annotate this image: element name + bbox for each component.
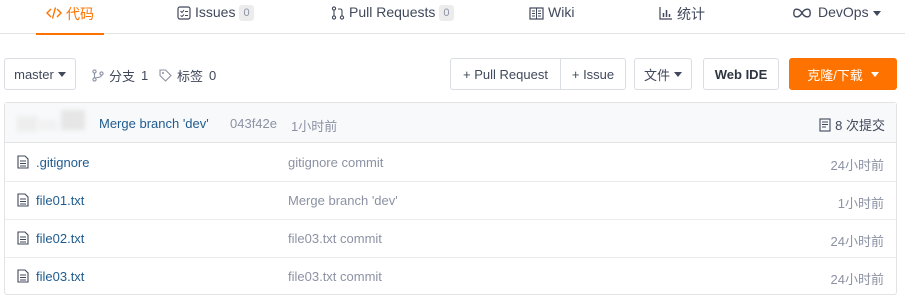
tab-wiki[interactable]: Wiki bbox=[529, 0, 574, 34]
new-pull-request-button[interactable]: + Pull Request bbox=[451, 59, 560, 89]
branch-icon bbox=[92, 69, 104, 82]
branches-label: 分支 bbox=[109, 69, 136, 84]
file-name-link[interactable]: .gitignore bbox=[36, 155, 89, 170]
table-row: file03.txt file03.txt commit 24小时前 bbox=[5, 258, 896, 296]
branch-select[interactable]: master bbox=[4, 58, 76, 90]
tab-stats[interactable]: 统计 bbox=[659, 0, 705, 34]
clone-download-button[interactable]: 克隆/下载 bbox=[789, 58, 897, 90]
latest-commit-bar: Merge branch 'dev' 043f42e 1小时前 8 次提交 bbox=[5, 103, 896, 143]
issues-icon bbox=[177, 5, 191, 21]
web-ide-button[interactable]: Web IDE bbox=[703, 58, 779, 90]
code-icon bbox=[46, 5, 62, 21]
pull-request-icon bbox=[331, 5, 345, 21]
table-row: .gitignore gitignore commit 24小时前 bbox=[5, 144, 896, 182]
repo-tab-nav: 代码 Issues 0 Pull Requests 0 Wiki 统计 DevO… bbox=[0, 0, 905, 35]
latest-commit-sha[interactable]: 043f42e bbox=[230, 116, 277, 131]
file-commit-message[interactable]: file03.txt commit bbox=[288, 231, 382, 246]
create-button-group: + Pull Request + Issue bbox=[450, 58, 626, 90]
latest-commit-message[interactable]: Merge branch 'dev' bbox=[99, 116, 209, 131]
tags-link[interactable]: 标签 0 bbox=[159, 66, 216, 85]
files-dropdown-label: 文件 bbox=[643, 67, 670, 83]
files-dropdown[interactable]: 文件 bbox=[634, 58, 692, 90]
tag-icon bbox=[159, 69, 172, 82]
file-icon bbox=[17, 193, 29, 207]
commit-count-label: 8 次提交 bbox=[835, 118, 885, 133]
tab-issues-label: Issues bbox=[195, 4, 236, 20]
file-icon bbox=[17, 231, 29, 245]
chevron-down-icon bbox=[872, 11, 881, 16]
file-name-link[interactable]: file02.txt bbox=[36, 231, 84, 246]
file-commit-time: 24小时前 bbox=[830, 158, 884, 173]
branches-count: 1 bbox=[141, 68, 149, 83]
file-commit-time: 24小时前 bbox=[830, 234, 884, 249]
issues-count-badge: 0 bbox=[239, 5, 254, 21]
chevron-down-icon bbox=[57, 71, 66, 77]
chevron-down-icon bbox=[870, 71, 879, 77]
commit-count-link[interactable]: 8 次提交 bbox=[819, 115, 885, 134]
file-commit-message[interactable]: Merge branch 'dev' bbox=[288, 193, 398, 208]
wiki-icon bbox=[529, 5, 544, 21]
tab-pull-requests-label: Pull Requests bbox=[349, 4, 436, 20]
tab-pull-requests[interactable]: Pull Requests 0 bbox=[331, 0, 454, 34]
latest-commit-time: 1小时前 bbox=[291, 119, 338, 134]
tab-devops[interactable]: DevOps bbox=[793, 0, 881, 34]
tab-code-label: 代码 bbox=[66, 6, 94, 22]
file-commit-message[interactable]: gitignore commit bbox=[288, 155, 383, 170]
table-row: file02.txt file03.txt commit 24小时前 bbox=[5, 220, 896, 258]
stats-icon bbox=[659, 5, 673, 21]
tags-label: 标签 bbox=[177, 69, 204, 84]
tab-wiki-label: Wiki bbox=[548, 4, 575, 20]
commits-icon bbox=[819, 117, 831, 132]
file-icon bbox=[17, 155, 29, 169]
pull-requests-count-badge: 0 bbox=[439, 5, 454, 21]
file-commit-message[interactable]: file03.txt commit bbox=[288, 269, 382, 284]
new-issue-button[interactable]: + Issue bbox=[560, 59, 625, 89]
tab-issues[interactable]: Issues 0 bbox=[177, 0, 254, 34]
branches-link[interactable]: 分支 1 bbox=[92, 66, 148, 85]
tab-code[interactable]: 代码 bbox=[36, 0, 104, 35]
clone-download-label: 克隆/下载 bbox=[807, 67, 863, 83]
file-commit-time: 1小时前 bbox=[837, 196, 884, 211]
chevron-down-icon bbox=[674, 71, 682, 77]
tab-devops-label: DevOps bbox=[818, 4, 869, 20]
file-icon bbox=[17, 269, 29, 283]
tags-count: 0 bbox=[209, 68, 217, 83]
file-table: Merge branch 'dev' 043f42e 1小时前 8 次提交 .g… bbox=[4, 102, 897, 295]
table-row: file01.txt Merge branch 'dev' 1小时前 bbox=[5, 182, 896, 220]
avatar[interactable] bbox=[17, 108, 97, 134]
branch-select-label: master bbox=[14, 66, 54, 82]
file-commit-time: 24小时前 bbox=[830, 272, 884, 287]
tab-stats-label: 统计 bbox=[677, 6, 705, 22]
file-name-link[interactable]: file03.txt bbox=[36, 269, 84, 284]
file-name-link[interactable]: file01.txt bbox=[36, 193, 84, 208]
infinity-icon bbox=[793, 5, 811, 21]
